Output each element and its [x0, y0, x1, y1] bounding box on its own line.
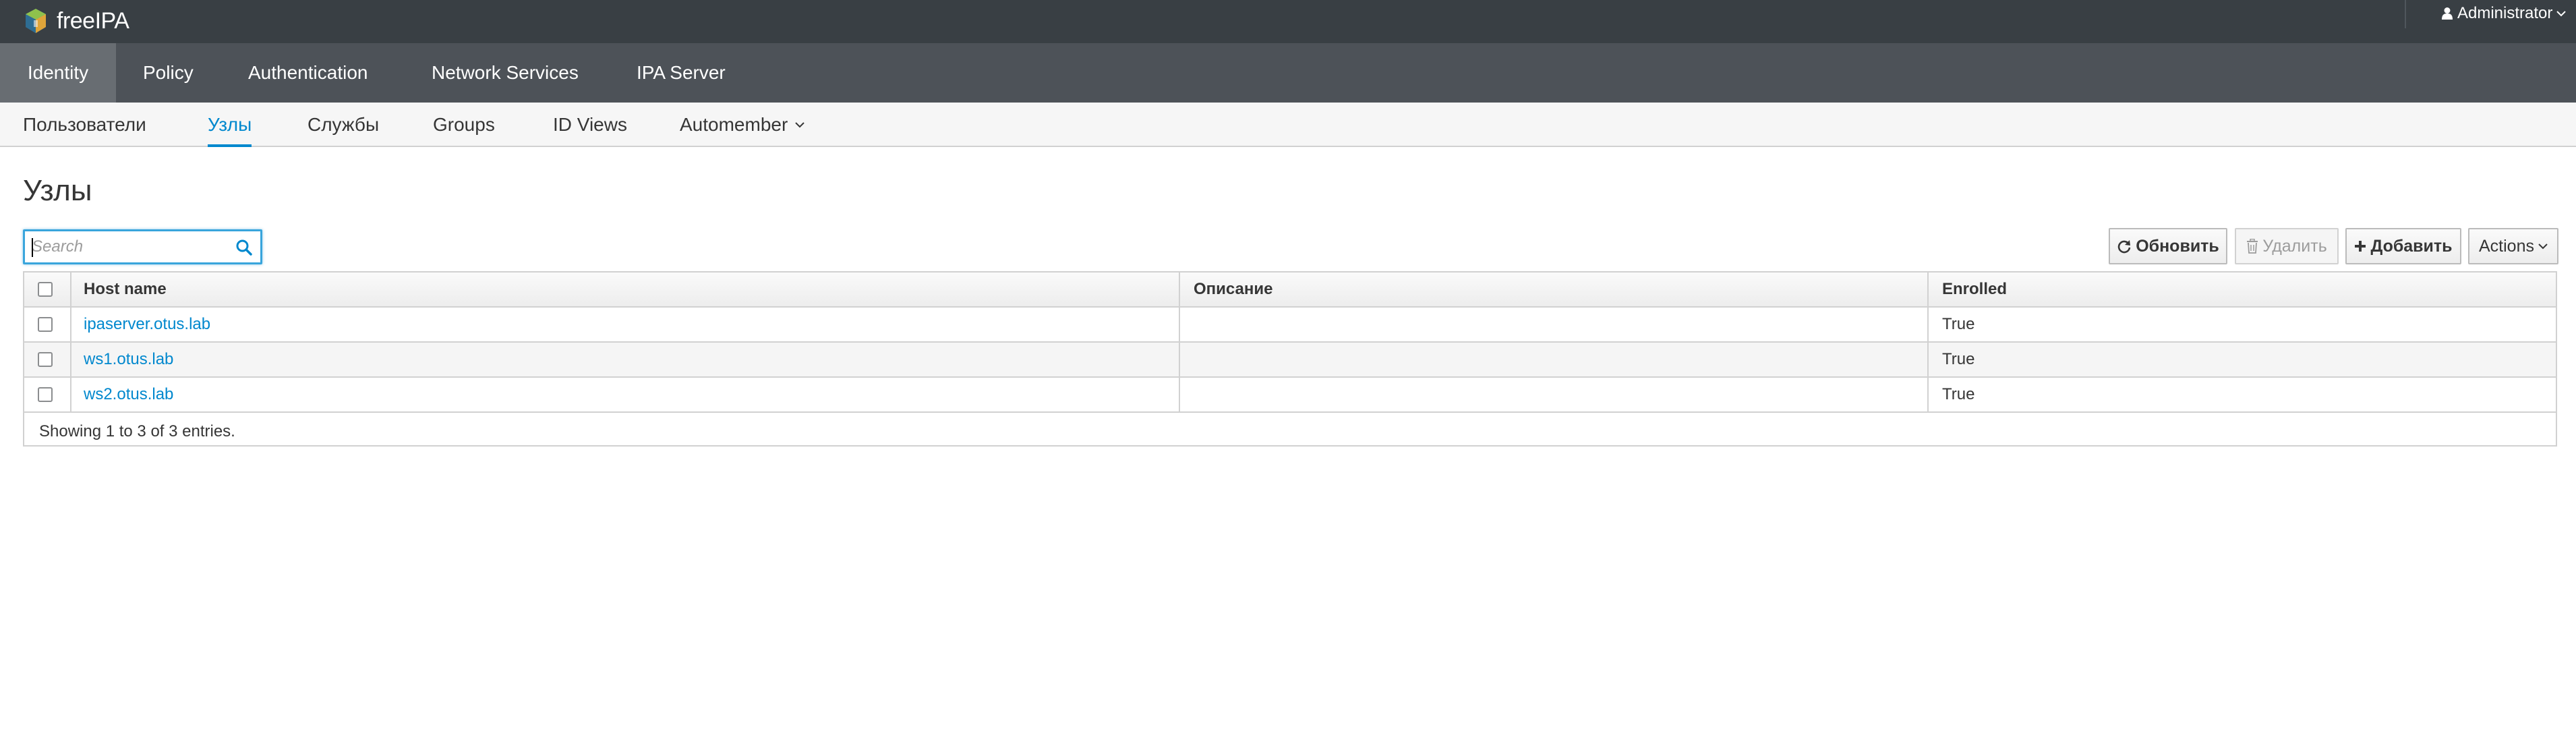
column-divider — [70, 272, 71, 306]
table-footer: Showing 1 to 3 of 3 entries. — [39, 422, 235, 440]
subnav-users[interactable]: Пользователи — [23, 103, 146, 147]
nav-network-services[interactable]: Network Services — [406, 43, 604, 103]
select-all-checkbox[interactable] — [38, 282, 53, 297]
subnav-id-views[interactable]: ID Views — [553, 103, 627, 147]
column-divider — [1927, 308, 1929, 341]
plus-icon — [2354, 240, 2366, 252]
nav-label: Network Services — [432, 62, 579, 83]
user-menu-label: Administrator — [2457, 4, 2553, 22]
search-box — [23, 229, 262, 264]
add-button[interactable]: Добавить — [2345, 228, 2461, 264]
chevron-down-icon — [794, 121, 805, 128]
nav-policy[interactable]: Policy — [117, 43, 219, 103]
brand[interactable]: freeIPA — [24, 4, 129, 38]
user-menu[interactable]: Administrator — [2441, 0, 2567, 27]
user-icon — [2441, 7, 2453, 20]
subnav-label: Узлы — [208, 114, 252, 135]
top-bar: freeIPA Administrator — [0, 0, 2576, 43]
primary-nav: Identity Policy Authentication Network S… — [0, 43, 2576, 103]
row-checkbox[interactable] — [38, 352, 53, 367]
host-name-link[interactable]: ws1.otus.lab — [84, 343, 173, 376]
nav-label: Authentication — [248, 62, 368, 83]
subnav-services[interactable]: Службы — [308, 103, 379, 147]
row-checkbox[interactable] — [38, 317, 53, 332]
page-title: Узлы — [23, 174, 92, 207]
refresh-label: Обновить — [2136, 236, 2219, 256]
nav-authentication[interactable]: Authentication — [223, 43, 393, 103]
delete-button[interactable]: Удалить — [2235, 228, 2339, 264]
row-checkbox[interactable] — [38, 387, 53, 402]
column-header-host-name[interactable]: Host name — [84, 272, 167, 306]
add-label: Добавить — [2370, 236, 2453, 256]
column-divider — [1927, 378, 1929, 411]
secondary-nav: Пользователи Узлы Службы Groups ID Views… — [0, 103, 2576, 147]
subnav-groups[interactable]: Groups — [433, 103, 495, 147]
refresh-icon — [2117, 239, 2132, 254]
host-enrolled: True — [1942, 350, 1975, 368]
table-row: ws2.otus.lab True — [24, 378, 2556, 413]
host-name-link[interactable]: ws2.otus.lab — [84, 378, 173, 411]
refresh-button[interactable]: Обновить — [2109, 228, 2227, 264]
row-checkbox-cell — [38, 343, 53, 376]
column-divider — [1927, 343, 1929, 376]
table-header: Host name Описание Enrolled — [24, 272, 2556, 308]
row-checkbox-cell — [38, 378, 53, 411]
column-header-description[interactable]: Описание — [1194, 272, 1273, 306]
chevron-down-icon — [2556, 10, 2567, 17]
select-all-cell — [38, 272, 53, 306]
text-caret — [32, 238, 33, 257]
nav-label: Policy — [143, 62, 194, 83]
subnav-automember[interactable]: Automember — [680, 103, 805, 147]
subnav-label: Службы — [308, 114, 380, 135]
search-input[interactable] — [32, 235, 227, 258]
table-row: ws1.otus.lab True — [24, 343, 2556, 378]
column-divider — [70, 378, 71, 411]
trash-icon — [2246, 239, 2258, 254]
subnav-label: Groups — [433, 114, 495, 135]
actions-button[interactable]: Actions — [2468, 228, 2558, 264]
subnav-hosts[interactable]: Узлы — [208, 103, 252, 147]
row-checkbox-cell — [38, 308, 53, 341]
search-icon[interactable] — [235, 238, 254, 257]
subnav-label: Пользователи — [23, 114, 146, 135]
column-divider — [1179, 378, 1180, 411]
nav-label: IPA Server — [637, 62, 726, 83]
table-row: ipaserver.otus.lab True — [24, 308, 2556, 343]
topbar-divider — [2405, 0, 2406, 28]
subnav-label: Automember — [680, 114, 788, 135]
nav-label: Identity — [27, 62, 89, 83]
brand-name: freeIPA — [57, 7, 129, 34]
column-header-enrolled[interactable]: Enrolled — [1942, 272, 2007, 306]
column-divider — [1179, 272, 1180, 306]
column-divider — [70, 343, 71, 376]
subnav-label: ID Views — [553, 114, 627, 135]
host-enrolled: True — [1942, 385, 1975, 403]
column-divider — [1927, 272, 1929, 306]
host-name-link[interactable]: ipaserver.otus.lab — [84, 308, 210, 341]
host-enrolled: True — [1942, 315, 1975, 333]
freeipa-logo-icon — [24, 8, 47, 34]
delete-label: Удалить — [2262, 236, 2327, 256]
chevron-down-icon — [2538, 243, 2548, 250]
hosts-table: Host name Описание Enrolled ipaserver.ot… — [23, 271, 2557, 447]
column-divider — [1179, 343, 1180, 376]
column-divider — [70, 308, 71, 341]
actions-label: Actions — [2479, 236, 2534, 256]
nav-ipa-server[interactable]: IPA Server — [611, 43, 751, 103]
column-divider — [1179, 308, 1180, 341]
nav-identity[interactable]: Identity — [0, 43, 116, 103]
